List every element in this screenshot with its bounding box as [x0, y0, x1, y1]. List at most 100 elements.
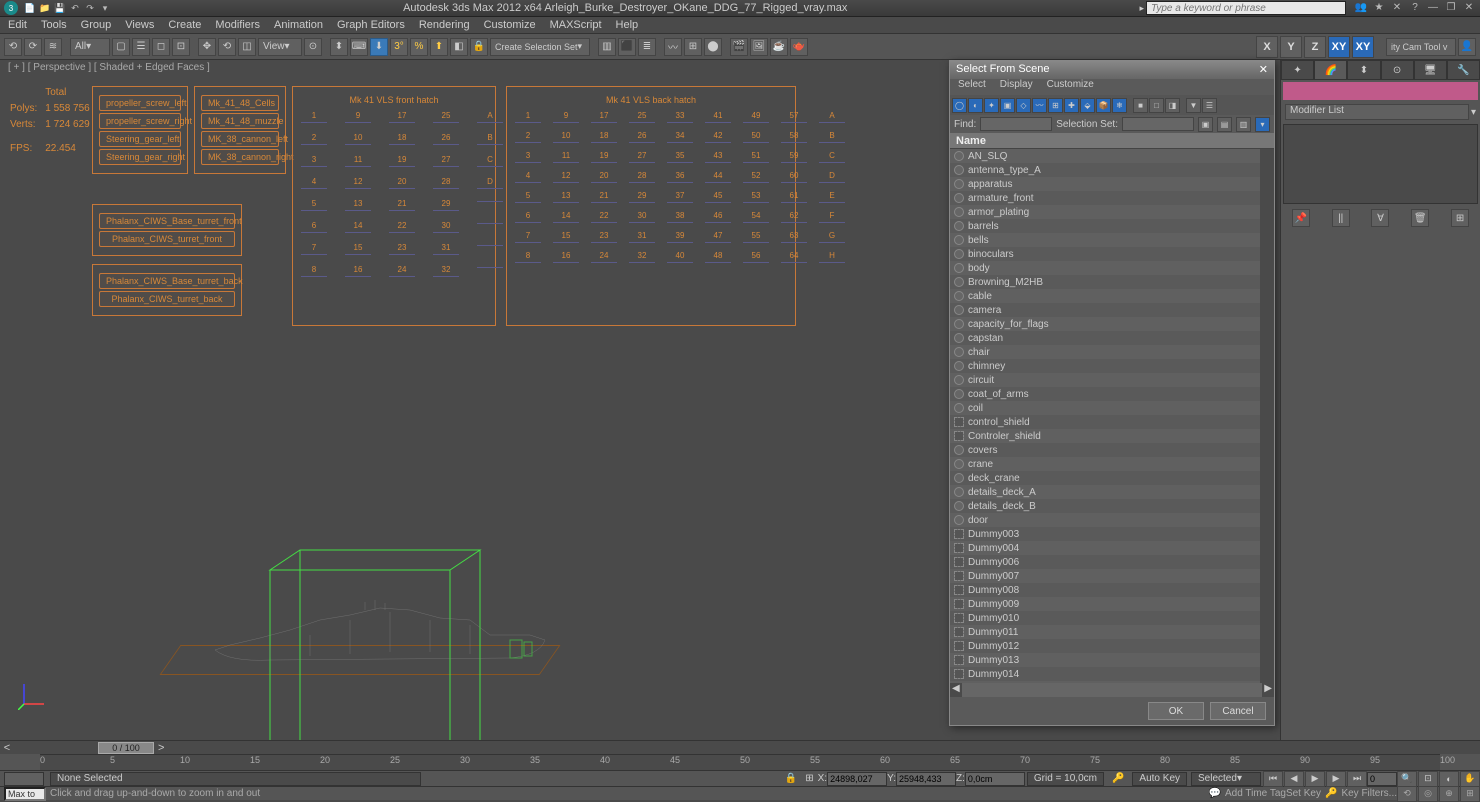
vls-cell[interactable]: 13 [553, 191, 579, 203]
rotate-icon[interactable]: ⟲ [218, 38, 236, 56]
filter-geom-icon[interactable]: ◯ [952, 98, 967, 113]
scene-item[interactable]: camera [950, 303, 1260, 317]
vls-cell[interactable]: 58 [781, 131, 807, 143]
rig-button[interactable]: Steering_gear_left [99, 131, 181, 147]
vls-cell[interactable]: 30 [433, 221, 459, 233]
link-icon[interactable]: ⟲ [4, 38, 22, 56]
vls-cell[interactable]: 2 [515, 131, 541, 143]
filter-camera-icon[interactable]: ▣ [1000, 98, 1015, 113]
vls-cell[interactable]: 40 [667, 251, 693, 263]
scene-item[interactable]: antenna_type_A [950, 163, 1260, 177]
vls-cell[interactable]: 50 [743, 131, 769, 143]
find-input[interactable] [980, 117, 1052, 131]
z-coord-input[interactable] [965, 772, 1025, 786]
dialog-column-header[interactable]: Name [950, 133, 1274, 149]
vls-cell[interactable]: 1 [515, 111, 541, 123]
menu-tools[interactable]: Tools [41, 19, 67, 31]
prev-frame-icon[interactable]: ◀ [1284, 771, 1304, 787]
filter-helper-icon[interactable]: ◇ [1016, 98, 1031, 113]
filter-group-icon[interactable]: ⊞ [1048, 98, 1063, 113]
timeslider-next-icon[interactable]: > [158, 742, 164, 754]
lock-selection-icon[interactable]: 🔒 [470, 38, 488, 56]
align-icon[interactable]: ⬛ [618, 38, 636, 56]
vls-cell[interactable]: E [819, 191, 845, 203]
dialog-titlebar[interactable]: Select From Scene ✕ [950, 61, 1274, 79]
vls-cell[interactable]: 18 [591, 131, 617, 143]
vls-cell[interactable]: 63 [781, 231, 807, 243]
selset-btn4[interactable]: ▾ [1255, 117, 1270, 132]
vls-cell[interactable]: 38 [667, 211, 693, 223]
vls-cell[interactable]: 19 [389, 155, 415, 167]
scene-item[interactable]: covers [950, 443, 1260, 457]
vls-cell[interactable]: 6 [515, 211, 541, 223]
angle-snap-icon[interactable]: 3° [390, 38, 408, 56]
dialog-ok-button[interactable]: OK [1148, 702, 1204, 720]
menu-modifiers[interactable]: Modifiers [215, 19, 260, 31]
coord-display-icon[interactable]: ⊞ [805, 773, 813, 784]
vls-cell[interactable]: 45 [705, 191, 731, 203]
vls-cell[interactable]: 33 [667, 111, 693, 123]
vls-cell[interactable]: 23 [389, 243, 415, 255]
axis-x-button[interactable]: X [1256, 36, 1278, 58]
unlink-icon[interactable]: ⟳ [24, 38, 42, 56]
search-arrow-icon[interactable]: ▸ [1139, 3, 1144, 14]
vls-cell[interactable]: 10 [553, 131, 579, 143]
filter-light-icon[interactable]: ✦ [984, 98, 999, 113]
filter-container-icon[interactable]: 📦 [1096, 98, 1111, 113]
percent-snap-icon[interactable]: % [410, 38, 428, 56]
scene-item[interactable]: Browning_M2HB [950, 275, 1260, 289]
ref-coord-dropdown[interactable]: View ▾ [258, 38, 302, 56]
vls-cell[interactable]: 17 [591, 111, 617, 123]
scene-item[interactable]: chair [950, 345, 1260, 359]
menu-animation[interactable]: Animation [274, 19, 323, 31]
render-prod-icon[interactable]: 🫖 [790, 38, 808, 56]
scene-item[interactable]: Dummy011 [950, 625, 1260, 639]
named-selection-dropdown[interactable]: Create Selection Set▾ [490, 38, 590, 56]
vls-cell[interactable]: 49 [743, 111, 769, 123]
manipulate-icon[interactable]: ⬍ [330, 38, 348, 56]
scene-item[interactable]: coil [950, 401, 1260, 415]
vls-cell[interactable]: D [477, 177, 503, 189]
scene-item[interactable]: Dummy010 [950, 611, 1260, 625]
rig-button[interactable]: Phalanx_CIWS_turret_back [99, 291, 235, 307]
vls-cell[interactable]: 20 [591, 171, 617, 183]
nav-fov-icon[interactable]: ◐ [1439, 771, 1459, 787]
vls-cell[interactable]: 5 [301, 199, 327, 211]
scene-item[interactable]: chimney [950, 359, 1260, 373]
vls-cell[interactable]: B [477, 133, 503, 145]
vls-cell[interactable]: 11 [553, 151, 579, 163]
goto-end-icon[interactable]: ⏭ [1347, 771, 1367, 787]
pivot-icon[interactable]: ⊙ [304, 38, 322, 56]
vls-cell[interactable]: 4 [515, 171, 541, 183]
play-icon[interactable]: ▶ [1305, 771, 1325, 787]
scene-item[interactable]: barrels [950, 219, 1260, 233]
scene-item[interactable]: body [950, 261, 1260, 275]
vls-cell[interactable]: 4 [301, 177, 327, 189]
create-tab-icon[interactable]: ✦ [1281, 60, 1314, 80]
select-rect-icon[interactable]: ◻ [152, 38, 170, 56]
menu-rendering[interactable]: Rendering [419, 19, 470, 31]
make-unique-icon[interactable]: ∀ [1371, 209, 1389, 227]
timeslider-prev-icon[interactable]: < [0, 742, 14, 754]
maxscript-mini-input[interactable] [4, 787, 46, 801]
vls-cell[interactable]: 12 [553, 171, 579, 183]
scene-item[interactable]: apparatus [950, 177, 1260, 191]
vls-cell[interactable]: 27 [433, 155, 459, 167]
modify-tab-icon[interactable]: 🌈 [1314, 60, 1347, 80]
menu-group[interactable]: Group [81, 19, 112, 31]
pin-stack-icon[interactable]: 📌 [1292, 209, 1310, 227]
vls-cell[interactable]: 24 [389, 265, 415, 277]
add-time-tag[interactable]: Add Time Tag [1225, 788, 1286, 799]
scene-item[interactable]: control_shield [950, 415, 1260, 429]
vls-cell[interactable]: 19 [591, 151, 617, 163]
vls-cell[interactable]: 53 [743, 191, 769, 203]
nav-zoom-icon[interactable]: 🔍 [1397, 771, 1417, 787]
select-none-icon[interactable]: □ [1149, 98, 1164, 113]
vls-cell[interactable]: 64 [781, 251, 807, 263]
menu-maxscript[interactable]: MAXScript [550, 19, 602, 31]
scene-item[interactable]: deck_crane [950, 471, 1260, 485]
vls-cell[interactable] [477, 221, 503, 233]
vls-cell[interactable]: 36 [667, 171, 693, 183]
cam-tool-icon[interactable]: 👤 [1458, 38, 1476, 56]
vls-cell[interactable]: 59 [781, 151, 807, 163]
